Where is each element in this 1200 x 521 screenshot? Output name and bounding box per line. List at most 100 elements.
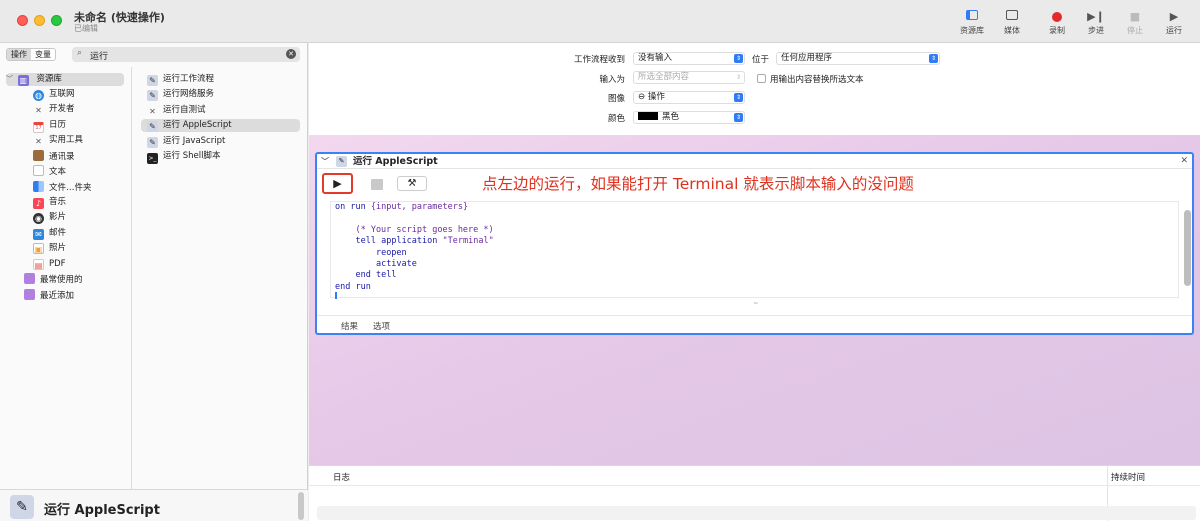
image-value: ⊖ 操作 bbox=[638, 92, 665, 102]
sidebar-item-most-used[interactable]: 最常使用的 bbox=[24, 273, 83, 286]
sidebar-item-developer[interactable]: ✕ 开发者 bbox=[33, 103, 75, 116]
editor-scrollbar[interactable] bbox=[1184, 210, 1191, 286]
search-input[interactable]: 运行 bbox=[90, 49, 108, 62]
pdf-icon: ▤ bbox=[33, 259, 44, 270]
image-label: 图像 bbox=[607, 94, 625, 104]
input-select[interactable]: 所选全部内容 ⇕ bbox=[633, 71, 745, 84]
stop-button[interactable]: ■ 停止 bbox=[1115, 9, 1155, 36]
sidebar-item-files-folders[interactable]: 文件…件夹 bbox=[33, 181, 92, 194]
movie-icon: ◉ bbox=[33, 213, 44, 224]
script-icon: ✎ bbox=[147, 75, 158, 86]
library-list: ﹀ ▥ 资源库 ◍ 互联网 ✕ 开发者 17 日历 ✕ 实用工具 通讯录 文本 文件…件… bbox=[0, 67, 132, 490]
sidebar-item-library[interactable]: ﹀ ▥ 资源库 bbox=[6, 73, 124, 86]
sidebar-item-internet[interactable]: ◍ 互联网 bbox=[33, 88, 75, 101]
zoom-window-button[interactable] bbox=[51, 15, 62, 26]
sidebar-item-label: 邮件 bbox=[49, 228, 67, 238]
sidebar-item-label: 开发者 bbox=[49, 104, 75, 114]
sidebar-item-contacts[interactable]: 通讯录 bbox=[33, 150, 75, 163]
sidebar-item-label: PDF bbox=[49, 259, 66, 269]
list-item[interactable]: >_ 运行 Shell脚本 bbox=[147, 150, 220, 164]
compile-button[interactable]: ⚒ bbox=[397, 176, 427, 191]
duration-column-header[interactable]: 持续时间 bbox=[1111, 471, 1145, 483]
action-detail-title: 运行 AppleScript bbox=[44, 503, 160, 518]
record-button[interactable]: 录制 bbox=[1037, 9, 1077, 36]
library-button[interactable]: 资源库 bbox=[952, 9, 992, 36]
script-editor[interactable]: on run {input, parameters} (* Your scrip… bbox=[330, 201, 1191, 299]
chevron-updown-icon: ⇕ bbox=[734, 93, 743, 102]
code-line: reopen bbox=[375, 247, 407, 258]
list-item[interactable]: ✕ 运行自测试 bbox=[147, 104, 205, 117]
stop-script-button[interactable] bbox=[371, 179, 383, 190]
library-sidebar: 操作 变量 ⌕ 运行 ✕ ﹀ ▥ 资源库 ◍ 互联网 ✕ 开发者 17 日历 ✕ 实用工… bbox=[0, 43, 308, 521]
image-select[interactable]: ⊖ 操作 ⇕ bbox=[633, 91, 745, 104]
action-label: 运行 AppleScript bbox=[163, 120, 232, 130]
code-line: end tell bbox=[355, 270, 397, 281]
wrench-icon: ✕ bbox=[35, 137, 42, 146]
search-icon: ⌕ bbox=[77, 48, 83, 58]
close-window-button[interactable] bbox=[17, 15, 28, 26]
sidebar-item-utilities[interactable]: ✕ 实用工具 bbox=[33, 134, 83, 147]
color-select[interactable]: 黑色 ⇕ bbox=[633, 111, 745, 124]
in-label: 位于 bbox=[752, 55, 770, 65]
annotation-text: 点左边的运行，如果能打开 Terminal 就表示脚本输入的没问题 bbox=[482, 175, 914, 193]
receives-select[interactable]: 没有输入 ⇕ bbox=[633, 52, 745, 65]
chevron-updown-icon: ⇕ bbox=[735, 74, 742, 81]
script-icon: ✎ bbox=[147, 137, 158, 148]
media-button-label: 媒体 bbox=[1004, 26, 1020, 35]
sidebar-item-calendar[interactable]: 17 日历 bbox=[33, 119, 66, 133]
sidebar-item-label: 照片 bbox=[49, 243, 67, 253]
sidebar-item-label: 文本 bbox=[49, 167, 67, 177]
sidebar-item-movies[interactable]: ◉ 影片 bbox=[33, 211, 66, 224]
search-field[interactable]: ⌕ 运行 ✕ bbox=[72, 47, 300, 62]
script-icon: ✎ bbox=[10, 495, 34, 519]
text-cursor bbox=[335, 292, 337, 299]
list-item-selected[interactable]: ✎ 运行 AppleScript bbox=[141, 119, 300, 132]
finder-icon bbox=[33, 181, 44, 192]
tab-results[interactable]: 结果 bbox=[341, 320, 358, 332]
sidebar-item-pdf[interactable]: ▤ PDF bbox=[33, 258, 66, 271]
minimize-window-button[interactable] bbox=[34, 15, 45, 26]
step-button[interactable]: ▶❙ 步进 bbox=[1076, 9, 1116, 36]
media-button[interactable]: 媒体 bbox=[992, 9, 1032, 36]
photos-icon: ▣ bbox=[33, 243, 44, 254]
chevron-down-icon[interactable]: ﹀ bbox=[321, 154, 329, 169]
run-button-label: 运行 bbox=[1166, 26, 1182, 35]
tools-icon: ✕ bbox=[35, 106, 42, 115]
sidebar-item-text[interactable]: 文本 bbox=[33, 165, 66, 178]
list-item[interactable]: ✎ 运行 JavaScript bbox=[147, 135, 225, 148]
clear-search-icon[interactable]: ✕ bbox=[286, 49, 296, 59]
tab-variables[interactable]: 变量 bbox=[31, 49, 55, 60]
resize-grip-icon[interactable]: ═ bbox=[754, 300, 758, 307]
sidebar-item-label: 影片 bbox=[49, 212, 67, 222]
action-title: 运行 AppleScript bbox=[353, 156, 438, 167]
sidebar-item-photos[interactable]: ▣ 照片 bbox=[33, 242, 66, 255]
sidebar-item-recently-added[interactable]: 最近添加 bbox=[24, 289, 74, 302]
code-line: on run {input, parameters} bbox=[335, 202, 469, 212]
receives-label: 工作流程收到 bbox=[573, 55, 625, 65]
stop-button-label: 停止 bbox=[1127, 26, 1143, 35]
tab-actions[interactable]: 操作 bbox=[7, 49, 31, 60]
sidebar-item-label: 互联网 bbox=[49, 89, 75, 99]
text-icon bbox=[33, 165, 44, 176]
code-line: (* Your script goes here *) bbox=[335, 224, 494, 235]
library-icon bbox=[952, 9, 992, 25]
applescript-action[interactable]: ﹀ ✎ 运行 AppleScript ✕ ▶ ⚒ 点左边的运行，如果能打开 Te… bbox=[315, 152, 1194, 335]
action-label: 运行工作流程 bbox=[163, 74, 215, 84]
sidebar-item-mail[interactable]: ✉ 邮件 bbox=[33, 227, 66, 240]
list-item[interactable]: ✎ 运行工作流程 bbox=[147, 73, 214, 86]
application-select[interactable]: 任何应用程序 ⇕ bbox=[776, 52, 940, 65]
run-button[interactable]: ▶ 运行 bbox=[1154, 9, 1194, 36]
tab-options[interactable]: 选项 bbox=[373, 320, 390, 332]
smart-folder-icon bbox=[24, 289, 35, 300]
list-item[interactable]: ✎ 运行网络服务 bbox=[147, 88, 214, 101]
chevron-updown-icon: ⇕ bbox=[734, 54, 743, 63]
music-icon: ♪ bbox=[33, 198, 44, 209]
scrollbar[interactable] bbox=[298, 492, 304, 520]
replace-checkbox[interactable]: 用输出内容替换所选文本 bbox=[757, 73, 864, 85]
sidebar-item-music[interactable]: ♪ 音乐 bbox=[33, 196, 66, 209]
close-icon[interactable]: ✕ bbox=[1180, 154, 1188, 169]
sidebar-item-label: 文件…件夹 bbox=[49, 183, 92, 193]
log-column-header[interactable]: 日志 bbox=[333, 471, 350, 483]
run-script-button[interactable]: ▶ bbox=[322, 173, 353, 194]
sidebar-item-label: 最近添加 bbox=[40, 291, 75, 301]
